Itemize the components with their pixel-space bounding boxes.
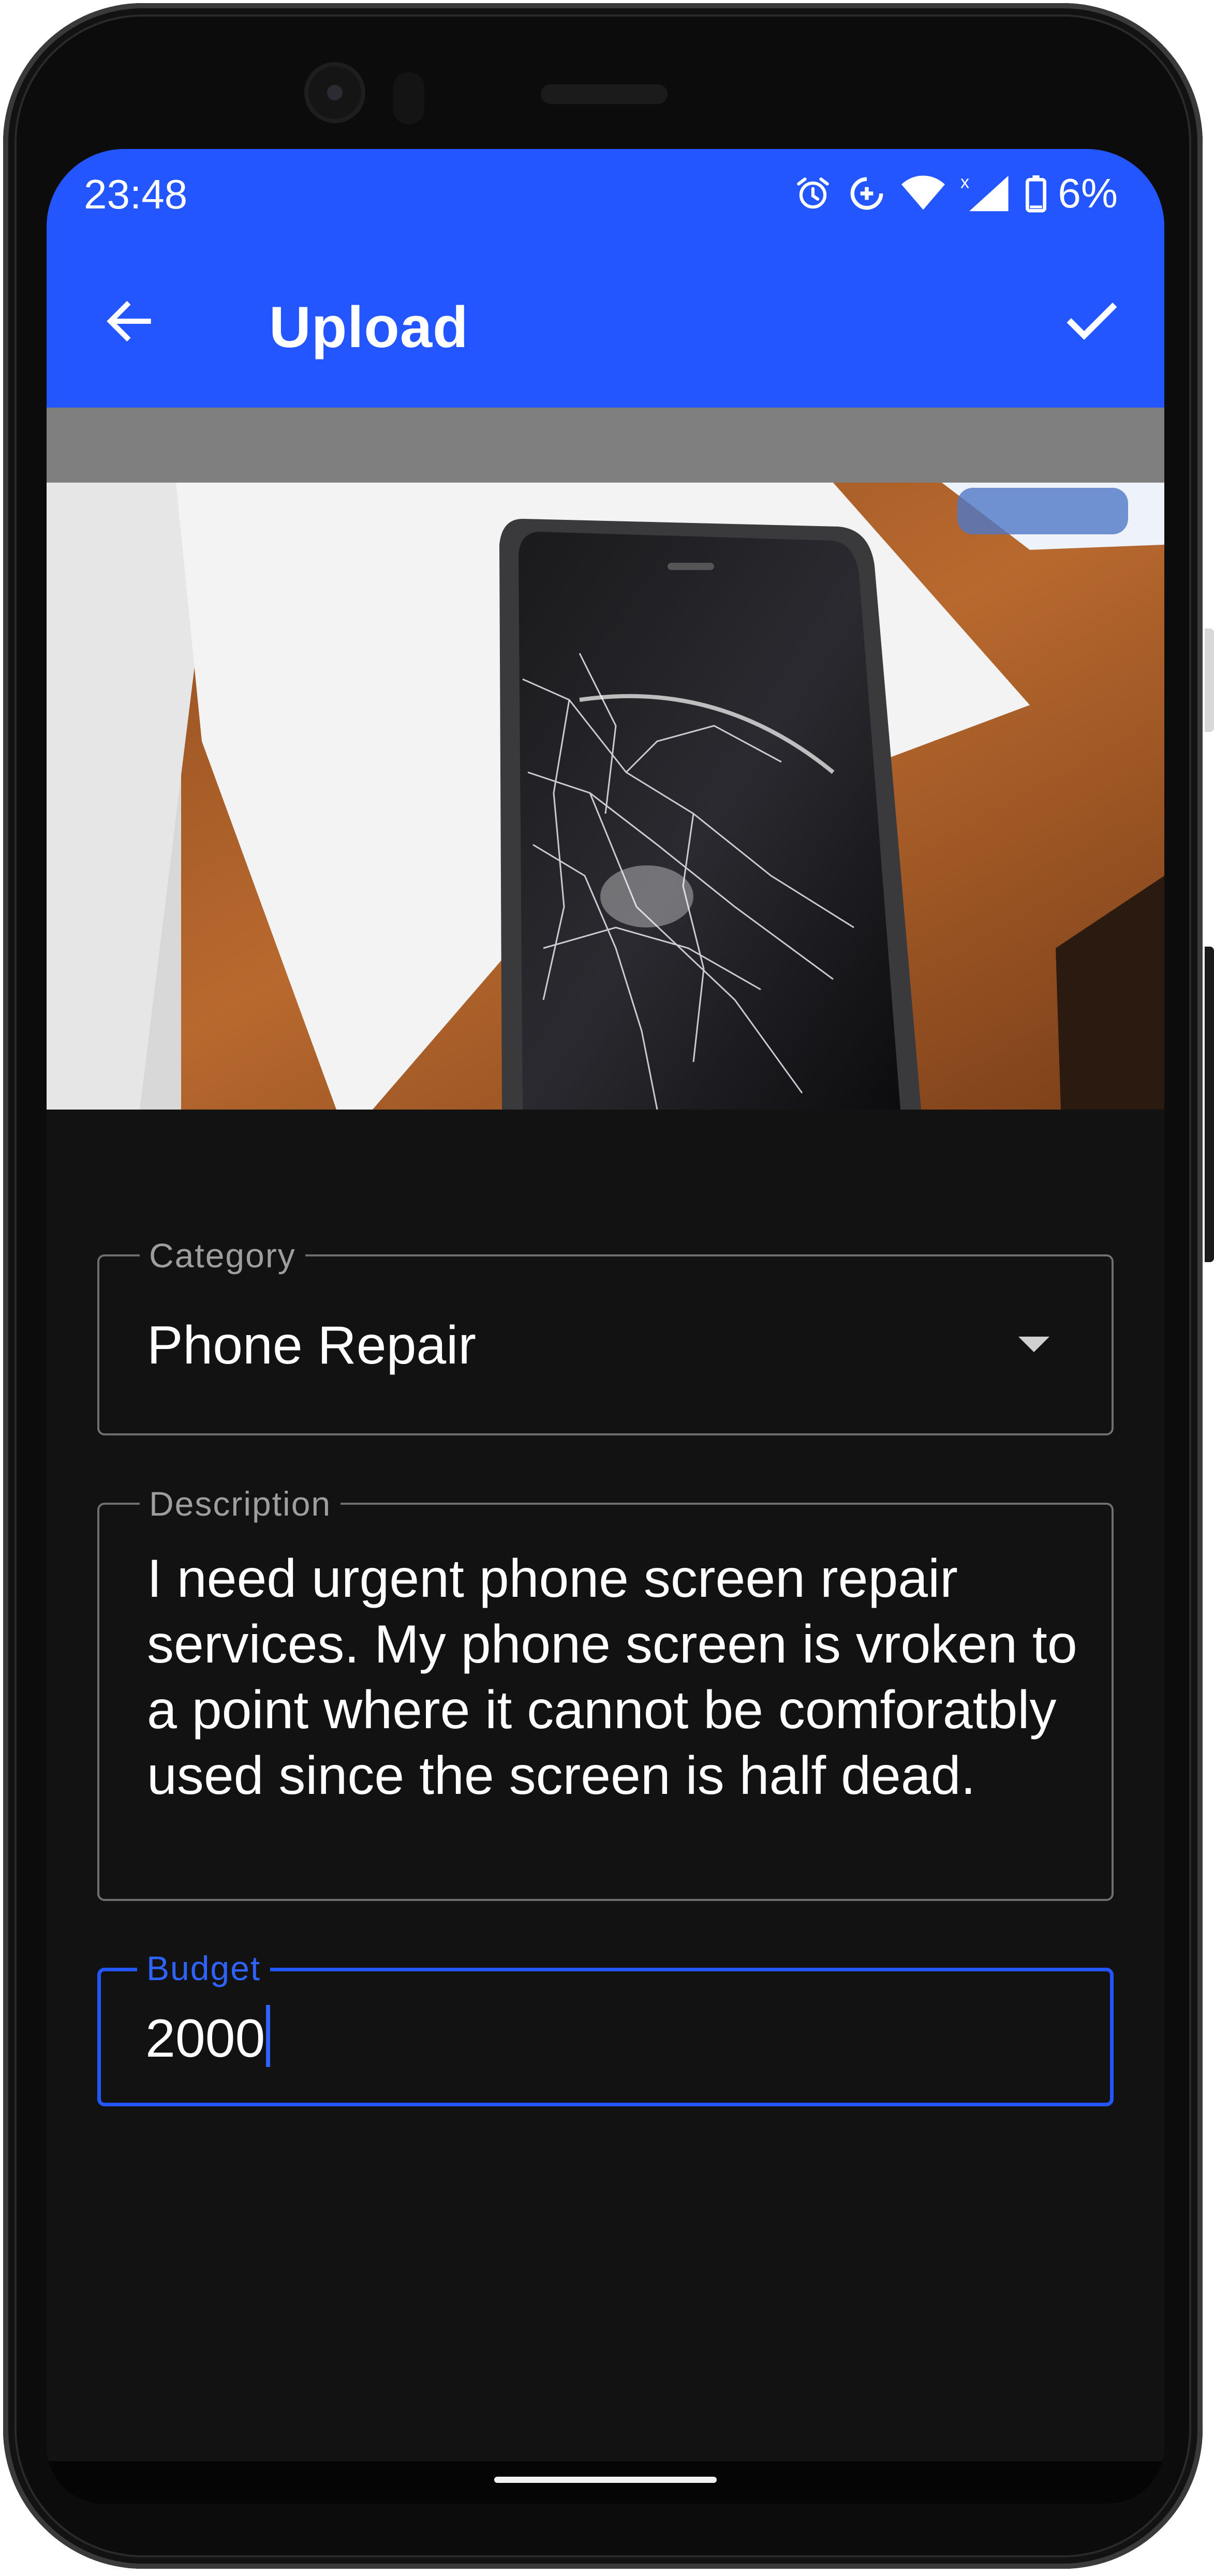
alarm-icon	[794, 174, 832, 213]
description-label: Description	[140, 1483, 341, 1524]
status-time: 23:48	[84, 171, 188, 217]
home-gesture-handle[interactable]	[494, 2477, 717, 2483]
category-dropdown[interactable]: Category Phone Repair	[97, 1235, 1114, 1435]
arrow-back-icon	[101, 293, 158, 352]
svg-text:x: x	[960, 173, 969, 192]
earpiece-speaker	[541, 84, 668, 104]
power-button	[1205, 947, 1214, 1262]
battery-icon	[1026, 174, 1047, 213]
wifi-icon	[901, 175, 945, 212]
side-button	[1205, 628, 1214, 732]
check-icon	[1061, 290, 1123, 355]
status-bar: 23:48 x 6%	[47, 149, 1164, 237]
budget-value: 2000	[145, 2009, 265, 2069]
description-text[interactable]: I need urgent phone screen repair servic…	[147, 1546, 1078, 1809]
description-field[interactable]: Description I need urgent phone screen r…	[97, 1483, 1114, 1901]
text-cursor	[266, 2005, 271, 2067]
proximity-sensor	[393, 72, 424, 124]
phone-frame: 23:48 x 6% Upload Category Phone Repair …	[0, 0, 1214, 2576]
dropdown-arrow-icon[interactable]	[1018, 1337, 1049, 1352]
category-value: Phone Repair	[147, 1315, 476, 1375]
data-saver-icon	[848, 174, 886, 213]
battery-percent: 6%	[1058, 170, 1118, 216]
app-bar: Upload	[47, 237, 1164, 408]
category-label: Category	[140, 1235, 305, 1276]
back-button[interactable]	[93, 286, 166, 358]
screen: 23:48 x 6% Upload Category Phone Repair …	[47, 149, 1164, 2504]
budget-label: Budget	[137, 1948, 271, 1989]
status-icons: x 6%	[794, 168, 1118, 219]
signal-icon: x	[960, 172, 1010, 215]
budget-input[interactable]: 2000	[145, 2005, 271, 2072]
confirm-button[interactable]	[1056, 286, 1128, 358]
navigation-bar	[47, 2461, 1164, 2504]
cracked-phone-photo[interactable]	[47, 483, 1164, 1110]
photo-container	[47, 408, 1164, 1110]
page-title: Upload	[269, 295, 469, 360]
budget-field[interactable]: Budget 2000	[97, 1948, 1114, 2106]
front-camera	[304, 62, 365, 123]
